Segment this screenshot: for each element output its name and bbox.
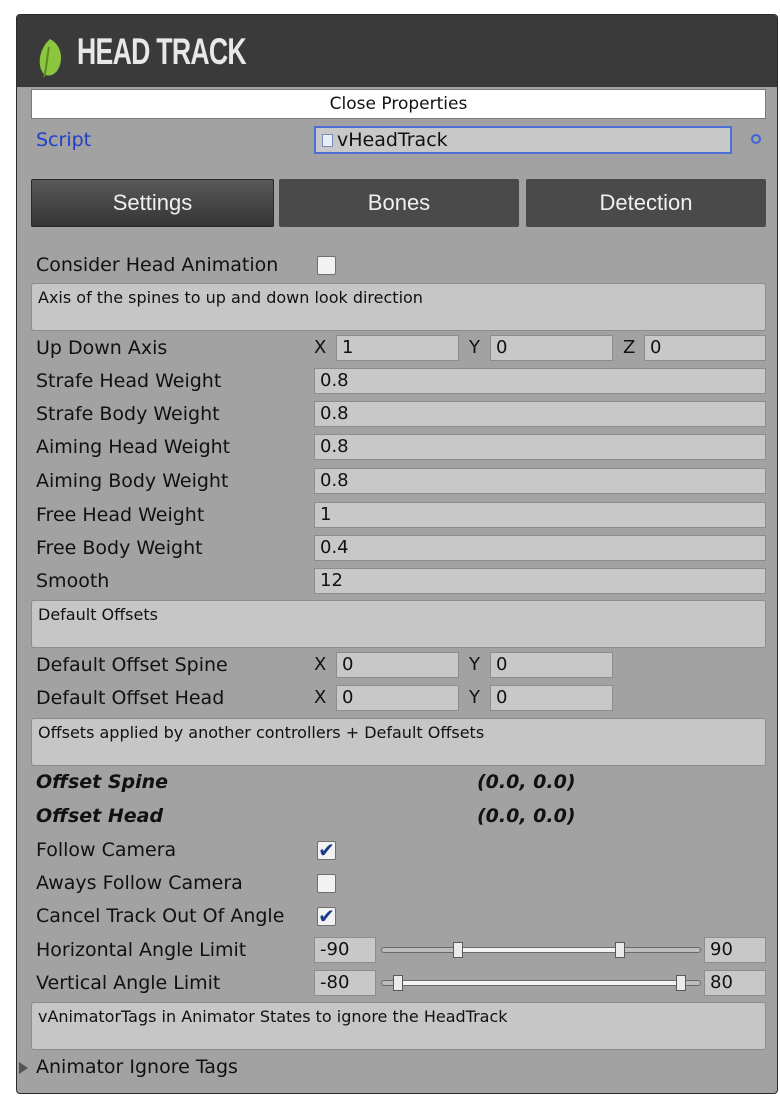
script-object-field[interactable]: vHeadTrack: [314, 126, 732, 154]
vertical-angle-max-field[interactable]: 80: [704, 970, 766, 996]
strafe-head-weight-field[interactable]: 0.8: [314, 368, 766, 394]
axis-y-letter: Y: [469, 687, 480, 708]
default-offset-spine-x-field[interactable]: 0: [336, 652, 459, 678]
consider-head-animation-checkbox[interactable]: [317, 256, 336, 275]
consider-head-animation-label: Consider Head Animation: [36, 254, 279, 276]
cancel-track-out-of-angle-label: Cancel Track Out Of Angle: [36, 905, 285, 927]
offset-head-value: (0.0, 0.0): [477, 805, 576, 827]
vertical-angle-slider-range[interactable]: [397, 980, 680, 986]
default-offset-spine-label: Default Offset Spine: [36, 654, 228, 676]
always-follow-camera-checkbox[interactable]: [317, 874, 336, 893]
script-file-icon: [322, 134, 333, 147]
horizontal-angle-min-handle[interactable]: [453, 942, 463, 958]
smooth-field[interactable]: 12: [314, 568, 766, 594]
weight-label: Free Body Weight: [36, 537, 203, 559]
foldout-arrow-icon[interactable]: [19, 1062, 28, 1074]
weight-label: Aiming Body Weight: [36, 470, 229, 492]
object-picker-icon[interactable]: [751, 134, 761, 144]
weight-label: Free Head Weight: [36, 504, 205, 526]
leaf-icon: [39, 39, 62, 78]
horizontal-angle-slider-range[interactable]: [457, 947, 619, 953]
free-body-weight-field[interactable]: 0.4: [314, 535, 766, 561]
vertical-angle-limit-label: Vertical Angle Limit: [36, 972, 221, 994]
axis-y-letter: Y: [469, 337, 480, 358]
default-offset-spine-y-field[interactable]: 0: [490, 652, 613, 678]
always-follow-camera-label: Aways Follow Camera: [36, 872, 243, 894]
animator-ignore-tags-foldout[interactable]: Animator Ignore Tags: [36, 1056, 238, 1078]
close-properties-button[interactable]: Close Properties: [31, 89, 766, 119]
panel-title: HEAD TRACK: [77, 31, 247, 72]
help-box-offsets-applied: Offsets applied by another controllers +…: [31, 718, 766, 766]
default-offset-head-x-field[interactable]: 0: [336, 685, 459, 711]
up-down-axis-label: Up Down Axis: [36, 337, 168, 359]
up-down-axis-x-field[interactable]: 1: [336, 335, 459, 361]
horizontal-angle-max-field[interactable]: 90: [704, 937, 766, 963]
tab-settings[interactable]: Settings: [31, 179, 274, 227]
vertical-angle-max-handle[interactable]: [676, 975, 686, 991]
axis-y-letter: Y: [469, 654, 480, 675]
follow-camera-label: Follow Camera: [36, 839, 177, 861]
horizontal-angle-max-handle[interactable]: [615, 942, 625, 958]
weight-label: Strafe Body Weight: [36, 403, 220, 425]
script-label: Script: [36, 129, 92, 151]
cancel-track-out-of-angle-checkbox[interactable]: ✔: [317, 906, 336, 926]
help-box-animator-tags: vAnimatorTags in Animator States to igno…: [31, 1002, 766, 1050]
help-box-axis: Axis of the spines to up and down look d…: [31, 283, 766, 331]
axis-z-letter: Z: [623, 337, 636, 358]
script-value: vHeadTrack: [337, 129, 448, 151]
horizontal-angle-min-field[interactable]: -90: [314, 937, 376, 963]
vertical-angle-min-field[interactable]: -80: [314, 970, 376, 996]
offset-spine-label: Offset Spine: [36, 771, 169, 793]
up-down-axis-z-field[interactable]: 0: [644, 335, 766, 361]
weight-label: Strafe Head Weight: [36, 370, 222, 392]
free-head-weight-field[interactable]: 1: [314, 502, 766, 528]
aiming-head-weight-field[interactable]: 0.8: [314, 434, 766, 460]
aiming-body-weight-field[interactable]: 0.8: [314, 468, 766, 494]
offset-head-label: Offset Head: [36, 805, 164, 827]
horizontal-angle-limit-label: Horizontal Angle Limit: [36, 939, 247, 961]
default-offset-head-y-field[interactable]: 0: [490, 685, 613, 711]
axis-x-letter: X: [314, 654, 327, 675]
vertical-angle-min-handle[interactable]: [393, 975, 403, 991]
tab-bones[interactable]: Bones: [279, 179, 519, 227]
offset-spine-value: (0.0, 0.0): [477, 771, 576, 793]
axis-x-letter: X: [314, 687, 327, 708]
strafe-body-weight-field[interactable]: 0.8: [314, 401, 766, 427]
head-track-inspector: HEAD TRACK Close Properties Script vHead…: [16, 14, 778, 1094]
weight-label: Smooth: [36, 570, 110, 592]
default-offset-head-label: Default Offset Head: [36, 687, 225, 709]
up-down-axis-y-field[interactable]: 0: [490, 335, 613, 361]
inspector-header: HEAD TRACK: [17, 15, 777, 87]
axis-x-letter: X: [314, 337, 327, 358]
follow-camera-checkbox[interactable]: ✔: [317, 840, 336, 860]
tab-detection[interactable]: Detection: [526, 179, 766, 227]
weight-label: Aiming Head Weight: [36, 436, 231, 458]
help-box-default-offsets: Default Offsets: [31, 600, 766, 648]
